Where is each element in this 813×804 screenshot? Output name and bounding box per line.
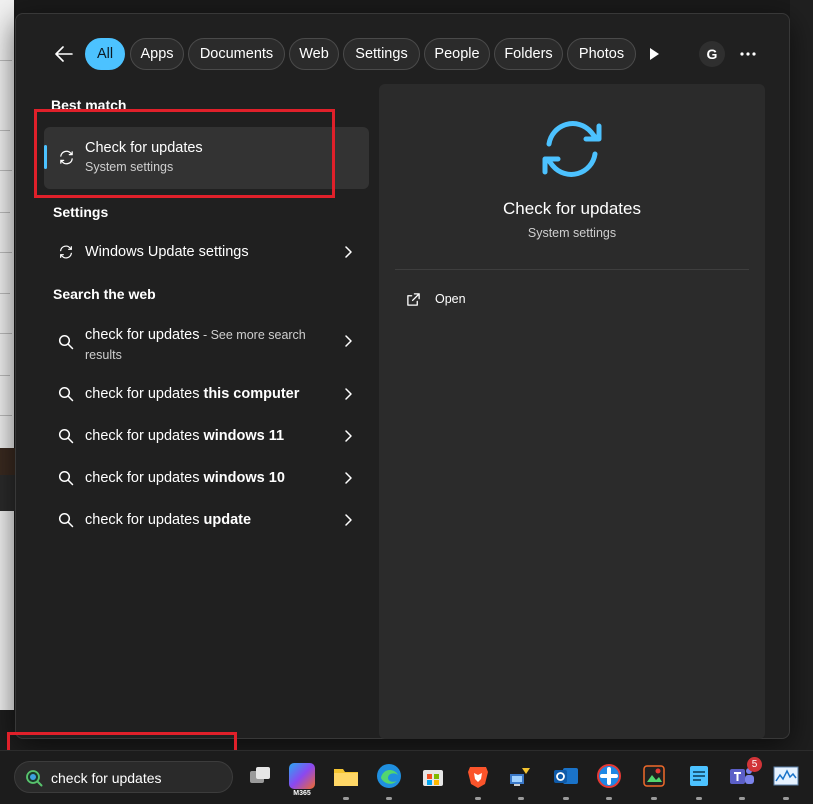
filter-documents[interactable]: Documents — [188, 38, 285, 70]
search-icon — [26, 770, 43, 787]
search-icon — [58, 386, 74, 402]
web-result[interactable]: check for updates update — [44, 502, 369, 538]
task-view-icon[interactable] — [247, 763, 273, 789]
running-indicator — [696, 797, 702, 800]
divider — [395, 269, 749, 270]
sync-icon — [60, 245, 72, 259]
file-explorer-icon[interactable] — [333, 763, 359, 789]
resource-monitor-icon[interactable] — [773, 763, 799, 789]
back-button[interactable] — [50, 40, 78, 68]
m365-copilot-icon[interactable]: M365 — [289, 763, 315, 797]
preview-subtitle: System settings — [527, 226, 617, 240]
running-indicator — [386, 797, 392, 800]
running-indicator — [606, 797, 612, 800]
more-options-icon[interactable] — [738, 44, 758, 64]
web-result-label: check for updates - See more search resu… — [85, 327, 306, 362]
outlook-icon[interactable] — [553, 763, 579, 789]
filter-settings[interactable]: Settings — [343, 38, 420, 70]
settings-result-windows-update[interactable]: Windows Update settings — [44, 234, 369, 270]
web-result[interactable]: check for updates windows 11 — [44, 418, 369, 454]
filter-folders[interactable]: Folders — [494, 38, 563, 70]
microsoft-store-icon[interactable] — [420, 763, 446, 789]
running-indicator — [475, 797, 481, 800]
taskbar: M365 5 — [0, 750, 813, 804]
highlight-box-best-match — [34, 109, 335, 198]
taskbar-search-box[interactable] — [14, 761, 233, 793]
m365-label: M365 — [293, 790, 311, 797]
running-indicator — [343, 797, 349, 800]
section-search-web: Search the web — [53, 286, 156, 302]
web-result[interactable]: check for updates this computer — [44, 376, 369, 412]
web-result-label: check for updates windows 10 — [85, 470, 285, 486]
search-input[interactable] — [51, 766, 226, 790]
open-external-icon[interactable] — [406, 292, 421, 307]
network-tool-icon[interactable] — [508, 763, 534, 789]
chevron-right-icon — [345, 335, 352, 347]
settings-result-label: Windows Update settings — [85, 244, 249, 260]
filter-web[interactable]: Web — [289, 38, 339, 70]
play-more-filters-icon[interactable] — [646, 46, 662, 62]
teams-icon[interactable]: 5 — [729, 757, 762, 789]
photo-app-icon[interactable] — [641, 763, 667, 789]
filter-apps[interactable]: Apps — [130, 38, 184, 70]
search-icon — [58, 512, 74, 528]
running-indicator — [783, 797, 789, 800]
search-icon — [58, 334, 74, 350]
chevron-right-icon — [345, 246, 352, 258]
running-indicator — [739, 797, 745, 800]
web-result-label: check for updates update — [85, 512, 252, 528]
chevron-right-icon — [345, 514, 352, 526]
background-window — [790, 0, 813, 750]
search-icon — [58, 470, 74, 486]
filter-photos[interactable]: Photos — [567, 38, 636, 70]
notification-badge: 5 — [747, 757, 762, 772]
preview-title: Check for updates — [503, 199, 641, 218]
support-app-icon[interactable] — [596, 763, 622, 789]
chevron-right-icon — [345, 472, 352, 484]
section-settings: Settings — [53, 204, 109, 220]
open-button[interactable]: Open — [435, 292, 466, 306]
filter-bar: All Apps Documents Web Settings People F… — [16, 38, 789, 72]
web-result[interactable]: check for updates - See more search resu… — [44, 324, 369, 372]
web-result-label: check for updates this computer — [85, 386, 300, 402]
chevron-right-icon — [345, 388, 352, 400]
arrow-left-icon — [55, 46, 73, 62]
search-icon — [58, 428, 74, 444]
brave-browser-icon[interactable] — [465, 763, 491, 789]
web-result-label: check for updates windows 11 — [85, 428, 285, 444]
web-result[interactable]: check for updates windows 10 — [44, 460, 369, 496]
background-window — [0, 0, 14, 750]
running-indicator — [563, 797, 569, 800]
notepad-icon[interactable] — [686, 763, 712, 789]
sync-icon — [542, 121, 602, 177]
chevron-right-icon — [345, 430, 352, 442]
filter-people[interactable]: People — [424, 38, 490, 70]
running-indicator — [518, 797, 524, 800]
running-indicator — [651, 797, 657, 800]
edge-browser-icon[interactable] — [376, 763, 402, 789]
result-preview-panel: Check for updates System settings Open — [379, 84, 765, 739]
account-avatar[interactable]: G — [699, 41, 725, 67]
filter-all[interactable]: All — [85, 38, 125, 70]
